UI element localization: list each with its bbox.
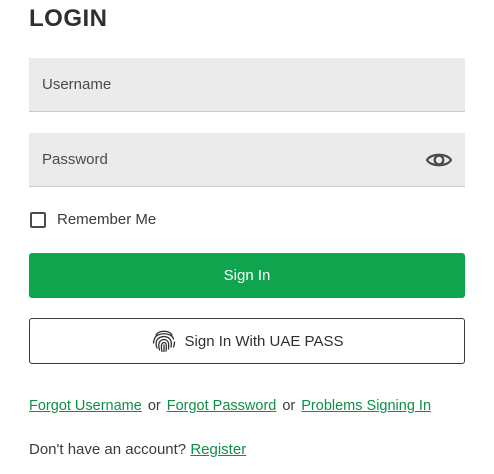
eye-icon[interactable] (425, 149, 453, 171)
separator-or: or (147, 398, 161, 414)
register-link[interactable]: Register (190, 441, 246, 458)
password-input[interactable] (29, 133, 465, 186)
remember-me-label[interactable]: Remember Me (57, 211, 156, 228)
fingerprint-icon (152, 330, 175, 353)
separator-or: or (282, 398, 296, 414)
register-text: Don't have an account? (29, 441, 187, 458)
login-page: LOGIN Remember Me Sign In Sig (0, 0, 494, 474)
sign-in-button[interactable]: Sign In (29, 253, 465, 298)
problems-signing-in-link[interactable]: Problems Signing In (301, 398, 431, 414)
forgot-username-link[interactable]: Forgot Username (29, 398, 142, 414)
help-links: Forgot Username or Forgot Password or Proble… (29, 398, 431, 414)
uae-pass-button[interactable]: Sign In With UAE PASS (29, 318, 465, 364)
username-input[interactable] (29, 58, 465, 111)
remember-me[interactable]: Remember Me (30, 211, 156, 228)
username-field-container (29, 58, 465, 112)
password-field-container (29, 133, 465, 187)
page-title: LOGIN (29, 5, 108, 32)
forgot-password-link[interactable]: Forgot Password (167, 398, 277, 414)
register-prompt: Don't have an account? Register (29, 441, 246, 458)
remember-me-checkbox[interactable] (30, 211, 46, 228)
uae-pass-label: Sign In With UAE PASS (184, 332, 344, 350)
